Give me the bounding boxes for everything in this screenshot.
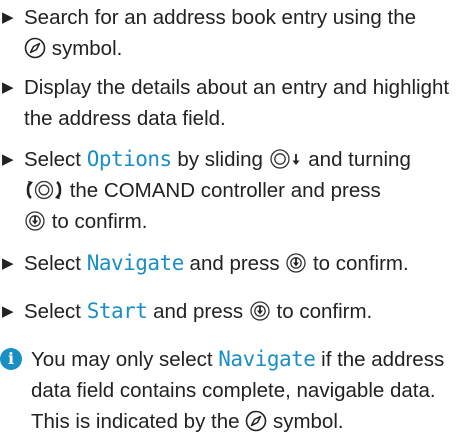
step-text: Select Start and press to confirm.	[24, 296, 462, 327]
step-bullet: ▶	[2, 79, 14, 96]
step-text: Search for an address book entry using t…	[24, 2, 462, 64]
compass-circle-icon	[245, 410, 267, 432]
text-part: symbol.	[272, 410, 344, 433]
note-text: You may only select Navigate if the addr…	[31, 344, 462, 437]
controller-press-icon	[285, 252, 307, 274]
compass-circle-icon	[24, 37, 46, 59]
text-part: symbol.	[51, 37, 123, 60]
text-part: to confirm.	[276, 300, 373, 323]
text-part: Select	[24, 252, 81, 275]
controller-press-icon	[24, 210, 46, 232]
keyword-navigate: Navigate	[218, 347, 316, 371]
step-bullet: ▶	[2, 151, 14, 168]
step-4: ▶ Select Navigate and press to confirm.	[0, 248, 462, 279]
keyword-start: Start	[86, 299, 148, 323]
controller-press-icon	[249, 300, 271, 322]
text-part: and press	[153, 300, 244, 323]
step-text: Select Navigate and press to confirm.	[24, 248, 462, 279]
step-1: ▶ Search for an address book entry using…	[0, 2, 462, 64]
instruction-page: ▶ Search for an address book entry using…	[0, 0, 462, 436]
text-part: by sliding	[177, 148, 263, 171]
step-text: Display the details about an entry and h…	[24, 76, 450, 130]
text-part: the COMAND controller and press	[69, 179, 381, 202]
text-part: Select	[24, 300, 81, 323]
step-bullet: ▶	[2, 303, 14, 320]
info-icon: i	[0, 348, 22, 370]
step-bullet: ▶	[2, 9, 14, 26]
step-3: ▶ Select Options by sliding and turning	[0, 144, 462, 237]
text-part: and turning	[308, 148, 411, 171]
text-part: to confirm.	[51, 210, 148, 233]
keyword-options: Options	[86, 147, 173, 171]
text-part: and press	[189, 252, 280, 275]
text-part: to confirm.	[312, 252, 409, 275]
step-bullet: ▶	[2, 255, 14, 272]
controller-turn-icon	[24, 179, 64, 201]
keyword-navigate: Navigate	[86, 251, 185, 275]
step-2: ▶ Display the details about an entry and…	[0, 72, 462, 134]
step-5: ▶ Select Start and press to confirm.	[0, 296, 462, 327]
text-part: Search for an address book entry using t…	[24, 6, 417, 29]
controller-slide-down-icon	[269, 148, 303, 170]
info-note: i You may only select Navigate if the ad…	[0, 344, 462, 437]
text-part: You may only select	[31, 348, 213, 371]
text-part: Select	[24, 148, 81, 171]
step-text: Select Options by sliding and turning th…	[24, 144, 462, 237]
